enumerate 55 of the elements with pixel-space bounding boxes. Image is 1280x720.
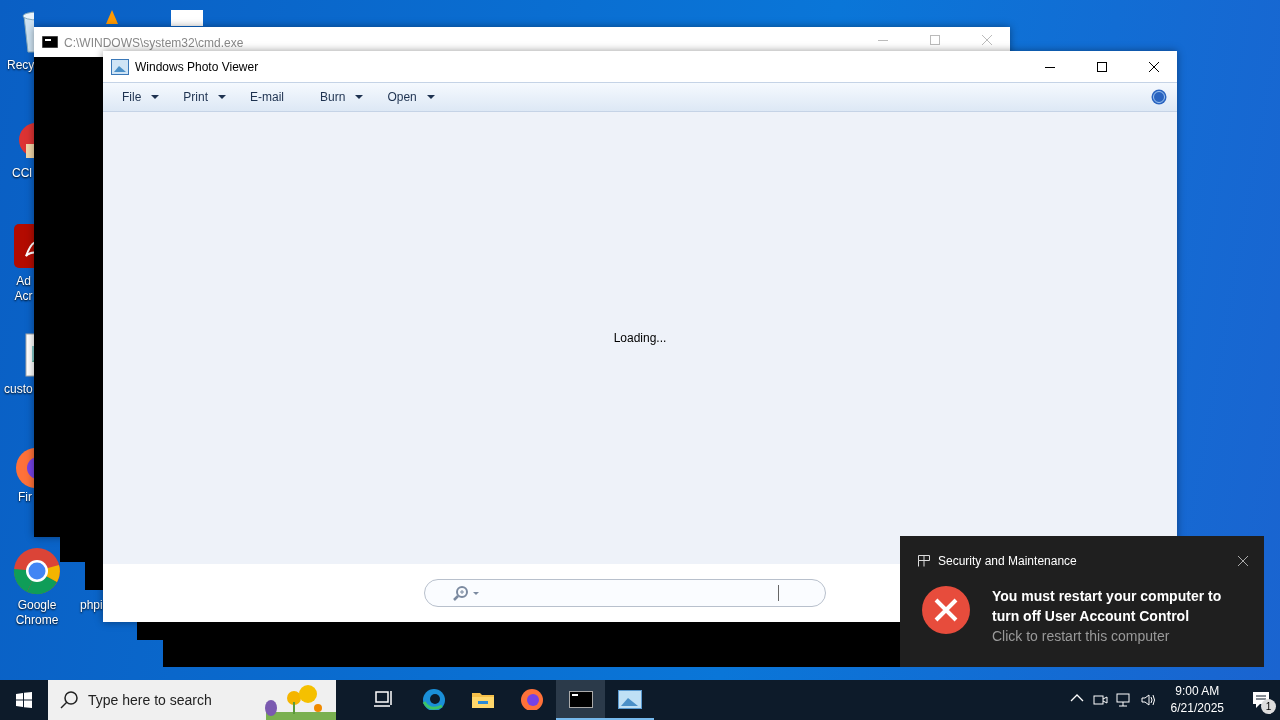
zoom-icon[interactable] [453,585,481,601]
webcam-icon [1091,692,1108,708]
notification-title: You must restart your computer to turn off User Account Control [992,587,1223,626]
help-icon[interactable] [1151,89,1167,105]
caret-icon [426,95,435,99]
close-icon [1149,61,1159,72]
icon-label[interactable]: Recy [7,58,35,73]
photo-icon [617,688,642,710]
caret-icon [151,95,160,99]
search-icon [60,691,78,709]
menu-button[interactable]: Print [174,85,236,109]
maximize-icon [1097,61,1107,72]
edge-icon [421,688,446,710]
photo-icon [111,58,129,75]
caret-icon [355,95,364,99]
icon-label[interactable]: Ad Acr [13,274,34,304]
notification-link[interactable]: Click to restart this computer [992,626,1252,646]
loading-text: Loading... [613,331,667,345]
icon-label[interactable]: Google Chrome [4,598,70,628]
icon-label[interactable]: CCl [12,166,32,181]
menu-button[interactable]: Burn [311,85,373,109]
taskbar-button[interactable] [556,680,605,720]
caret-icon [218,95,227,99]
chrome-icon[interactable] [13,547,61,595]
volume-icon [1139,692,1157,708]
icon-label[interactable]: Fir [18,490,32,505]
action-center-button[interactable]: 1 [1246,684,1276,716]
notification-count: 1 [1261,699,1276,714]
clock-date: 6/21/2025 [1170,700,1224,717]
icon-label[interactable]: custo [4,382,33,397]
menu-button[interactable]: File [113,85,169,109]
maximize-icon [930,35,940,45]
window-title: Windows Photo Viewer [135,59,260,74]
network-button[interactable] [1115,692,1132,708]
app-icon [918,555,930,567]
console-icon [568,688,593,710]
menu-button[interactable]: Open [378,85,444,109]
webcam-button[interactable] [1091,692,1108,708]
icon-label[interactable]: phpi [80,598,103,613]
clock-time: 9:00 AM [1175,683,1220,700]
notification-source: Security and Maintenance [938,554,1078,568]
divider-mark [778,585,779,601]
windows-logo-icon [16,692,32,708]
error-icon [922,586,970,634]
close-icon [982,35,992,45]
clock[interactable]: 9:00 AM 6/21/2025 [1170,683,1224,717]
firefox-icon [519,688,544,710]
close-button[interactable] [1238,556,1248,566]
close-icon [1238,556,1248,566]
window-title: C:\WINDOWS\system32\cmd.exe [64,36,245,50]
search-field[interactable]: Type here to search [48,680,336,720]
menu-button[interactable]: E-mail [241,85,294,109]
network-icon [1115,692,1132,708]
console-icon [42,36,58,48]
volume-button[interactable] [1139,692,1157,708]
